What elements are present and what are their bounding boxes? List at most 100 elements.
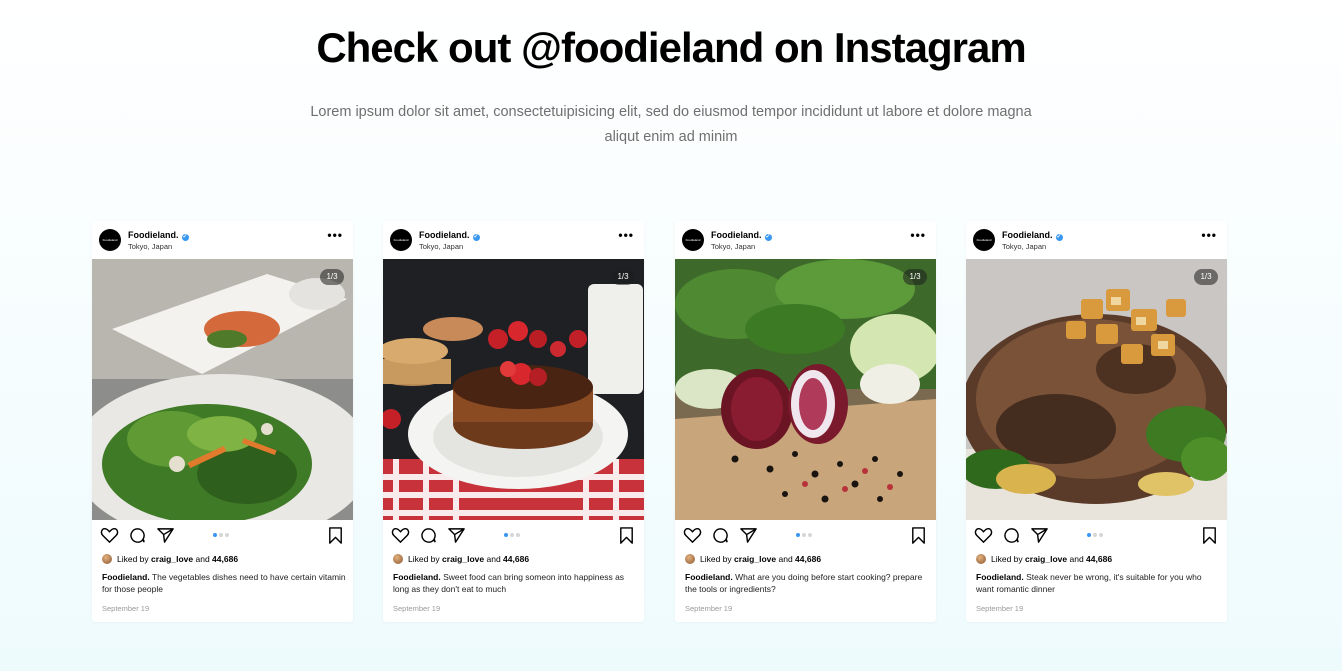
- bookmark-icon[interactable]: [909, 526, 928, 545]
- section-title: Check out @foodieland on Instagram: [316, 24, 1026, 71]
- carousel-dot-active: [504, 533, 508, 537]
- liker-avatar[interactable]: [976, 554, 986, 564]
- username-text[interactable]: Foodieland.: [419, 230, 470, 240]
- bookmark-icon[interactable]: [1200, 526, 1219, 545]
- steak-photo[interactable]: 1/3: [966, 259, 1227, 520]
- post-location[interactable]: Tokyo, Japan: [711, 242, 755, 251]
- carousel-dots: [1087, 533, 1107, 537]
- send-icon[interactable]: [156, 526, 175, 545]
- post-date: September 19: [976, 604, 1024, 613]
- username-text[interactable]: Foodieland.: [128, 230, 179, 240]
- caption-username[interactable]: Foodieland.: [976, 572, 1024, 582]
- post-header: Foodieland Foodieland. ✓ Tokyo, Japan •••: [383, 221, 644, 259]
- likes-and: and: [486, 554, 501, 564]
- liker-username[interactable]: craig_love: [734, 554, 776, 564]
- carousel-dots: [213, 533, 233, 537]
- send-icon[interactable]: [1030, 526, 1049, 545]
- liker-avatar[interactable]: [102, 554, 112, 564]
- post-header: Foodieland Foodieland. ✓ Tokyo, Japan •••: [92, 221, 353, 259]
- heart-icon[interactable]: [100, 526, 119, 545]
- salad-photo[interactable]: 1/3: [92, 259, 353, 520]
- post-header: Foodieland Foodieland. ✓ Tokyo, Japan •••: [675, 221, 936, 259]
- liker-username[interactable]: craig_love: [1025, 554, 1067, 564]
- like-count[interactable]: 44,686: [1086, 554, 1112, 564]
- post-username[interactable]: Foodieland. ✓: [1002, 230, 1063, 241]
- avatar[interactable]: Foodieland: [390, 229, 412, 251]
- verified-badge-icon: ✓: [1055, 234, 1063, 241]
- instagram-post-card[interactable]: Foodieland Foodieland. ✓ Tokyo, Japan •••: [966, 221, 1227, 622]
- post-header: Foodieland Foodieland. ✓ Tokyo, Japan •••: [966, 221, 1227, 259]
- like-count[interactable]: 44,686: [212, 554, 238, 564]
- carousel-dot: [225, 533, 229, 537]
- likes-prefix: Liked by: [700, 554, 732, 564]
- post-likes: Liked by craig_love and 44,686: [685, 554, 821, 564]
- post-date: September 19: [393, 604, 441, 613]
- photo-counter: 1/3: [320, 269, 344, 285]
- heart-icon[interactable]: [683, 526, 702, 545]
- post-username[interactable]: Foodieland. ✓: [128, 230, 189, 241]
- post-location[interactable]: Tokyo, Japan: [128, 242, 172, 251]
- heart-icon[interactable]: [974, 526, 993, 545]
- instagram-post-card[interactable]: Foodieland Foodieland. ✓ Tokyo, Japan •••: [92, 221, 353, 622]
- avatar[interactable]: Foodieland: [682, 229, 704, 251]
- liker-username[interactable]: craig_love: [151, 554, 193, 564]
- username-text[interactable]: Foodieland.: [1002, 230, 1053, 240]
- instagram-post-card[interactable]: Foodieland Foodieland. ✓ Tokyo, Japan •••: [383, 221, 644, 622]
- post-username[interactable]: Foodieland. ✓: [711, 230, 772, 241]
- carousel-dot: [219, 533, 223, 537]
- carousel-dots: [504, 533, 524, 537]
- post-location[interactable]: Tokyo, Japan: [419, 242, 463, 251]
- caption-username[interactable]: Foodieland.: [393, 572, 441, 582]
- post-location[interactable]: Tokyo, Japan: [1002, 242, 1046, 251]
- likes-prefix: Liked by: [117, 554, 149, 564]
- send-icon[interactable]: [739, 526, 758, 545]
- bookmark-icon[interactable]: [326, 526, 345, 545]
- post-actions: [92, 526, 353, 546]
- instagram-post-card[interactable]: Foodieland Foodieland. ✓ Tokyo, Japan •••: [675, 221, 936, 622]
- post-actions: [675, 526, 936, 546]
- comment-icon[interactable]: [419, 526, 438, 545]
- post-date: September 19: [685, 604, 733, 613]
- comment-icon[interactable]: [128, 526, 147, 545]
- post-actions: [383, 526, 644, 546]
- post-username[interactable]: Foodieland. ✓: [419, 230, 480, 241]
- more-options-icon[interactable]: •••: [1201, 229, 1217, 241]
- pancakes-photo[interactable]: 1/3: [383, 259, 644, 520]
- onion-spices-photo[interactable]: 1/3: [675, 259, 936, 520]
- post-caption: Foodieland. What are you doing before st…: [685, 571, 930, 595]
- likes-prefix: Liked by: [408, 554, 440, 564]
- section-subtitle: Lorem ipsum dolor sit amet, consectetuip…: [310, 104, 1032, 145]
- post-likes: Liked by craig_love and 44,686: [102, 554, 238, 564]
- avatar[interactable]: Foodieland: [99, 229, 121, 251]
- photo-counter: 1/3: [611, 269, 635, 285]
- carousel-dot-active: [213, 533, 217, 537]
- liker-username[interactable]: craig_love: [442, 554, 484, 564]
- bookmark-icon[interactable]: [617, 526, 636, 545]
- like-count[interactable]: 44,686: [503, 554, 529, 564]
- carousel-dot: [808, 533, 812, 537]
- caption-username[interactable]: Foodieland.: [685, 572, 733, 582]
- comment-icon[interactable]: [1002, 526, 1021, 545]
- send-icon[interactable]: [447, 526, 466, 545]
- carousel-dot: [1099, 533, 1103, 537]
- post-likes: Liked by craig_love and 44,686: [393, 554, 529, 564]
- username-text[interactable]: Foodieland.: [711, 230, 762, 240]
- verified-badge-icon: ✓: [472, 234, 480, 241]
- carousel-dot: [802, 533, 806, 537]
- like-count[interactable]: 44,686: [795, 554, 821, 564]
- avatar[interactable]: Foodieland: [973, 229, 995, 251]
- liker-avatar[interactable]: [393, 554, 403, 564]
- more-options-icon[interactable]: •••: [327, 229, 343, 241]
- more-options-icon[interactable]: •••: [618, 229, 634, 241]
- more-options-icon[interactable]: •••: [910, 229, 926, 241]
- heart-icon[interactable]: [391, 526, 410, 545]
- caption-username[interactable]: Foodieland.: [102, 572, 150, 582]
- instagram-posts-grid: Foodieland Foodieland. ✓ Tokyo, Japan •••: [92, 221, 1227, 622]
- post-likes: Liked by craig_love and 44,686: [976, 554, 1112, 564]
- carousel-dot: [1093, 533, 1097, 537]
- post-actions: [966, 526, 1227, 546]
- carousel-dot: [516, 533, 520, 537]
- verified-badge-icon: ✓: [181, 234, 189, 241]
- comment-icon[interactable]: [711, 526, 730, 545]
- liker-avatar[interactable]: [685, 554, 695, 564]
